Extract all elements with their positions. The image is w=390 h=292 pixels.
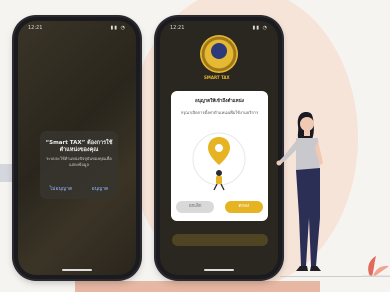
confirm-button[interactable]: ตกลง <box>224 201 263 213</box>
plant-icon <box>362 256 390 277</box>
status-bar: 12:21 ▮▮ ◔ <box>170 25 268 33</box>
dialog-title: “Smart TAX” ต้องการใช้ตำแหน่งของคุณ <box>45 140 113 153</box>
status-bar: 12:21 ▮▮ ◔ <box>28 25 126 33</box>
left-phone-screen: 12:21 ▮▮ ◔ “Smart TAX” ต้องการใช้ตำแหน่ง… <box>18 21 136 275</box>
left-phone: 12:21 ▮▮ ◔ “Smart TAX” ต้องการใช้ตำแหน่ง… <box>14 17 140 279</box>
logo-text: SMART TAX <box>204 75 230 80</box>
cancel-button[interactable]: ยกเลิก <box>176 201 215 213</box>
app-logo-icon <box>200 35 238 73</box>
dialog-body: กรุณาเปิดการตั้งค่าตำแหน่งเพื่อใช้งานบริ… <box>180 110 259 115</box>
status-icons: ▮▮ ◔ <box>252 25 268 31</box>
status-time: 12:21 <box>28 25 43 31</box>
deny-button[interactable]: ไม่อนุญาต <box>50 185 73 193</box>
woman-illustration-icon <box>276 112 323 271</box>
home-indicator <box>204 269 234 271</box>
location-illustration-icon <box>192 132 246 191</box>
status-icons: ▮▮ ◔ <box>110 25 126 31</box>
right-phone-screen: 12:21 ▮▮ ◔ SMART TAX อนุญาตให้เข้าถึงตำแ… <box>160 21 278 275</box>
right-phone: 12:21 ▮▮ ◔ SMART TAX อนุญาตให้เข้าถึงตำแ… <box>156 17 282 279</box>
dialog-body: ระบบจะใช้ตำแหน่งปัจจุบันของคุณเพื่อแสดงข… <box>46 156 112 167</box>
background-button <box>172 234 268 246</box>
allow-button[interactable]: อนุญาต <box>92 185 109 193</box>
location-settings-dialog: อนุญาตให้เข้าถึงตำแหน่ง กรุณาเปิดการตั้ง… <box>171 91 268 221</box>
status-time: 12:21 <box>170 25 185 31</box>
location-permission-dialog: “Smart TAX” ต้องการใช้ตำแหน่งของคุณ ระบบ… <box>40 131 118 199</box>
home-indicator <box>62 269 92 271</box>
dialog-header: อนุญาตให้เข้าถึงตำแหน่ง <box>195 99 244 104</box>
